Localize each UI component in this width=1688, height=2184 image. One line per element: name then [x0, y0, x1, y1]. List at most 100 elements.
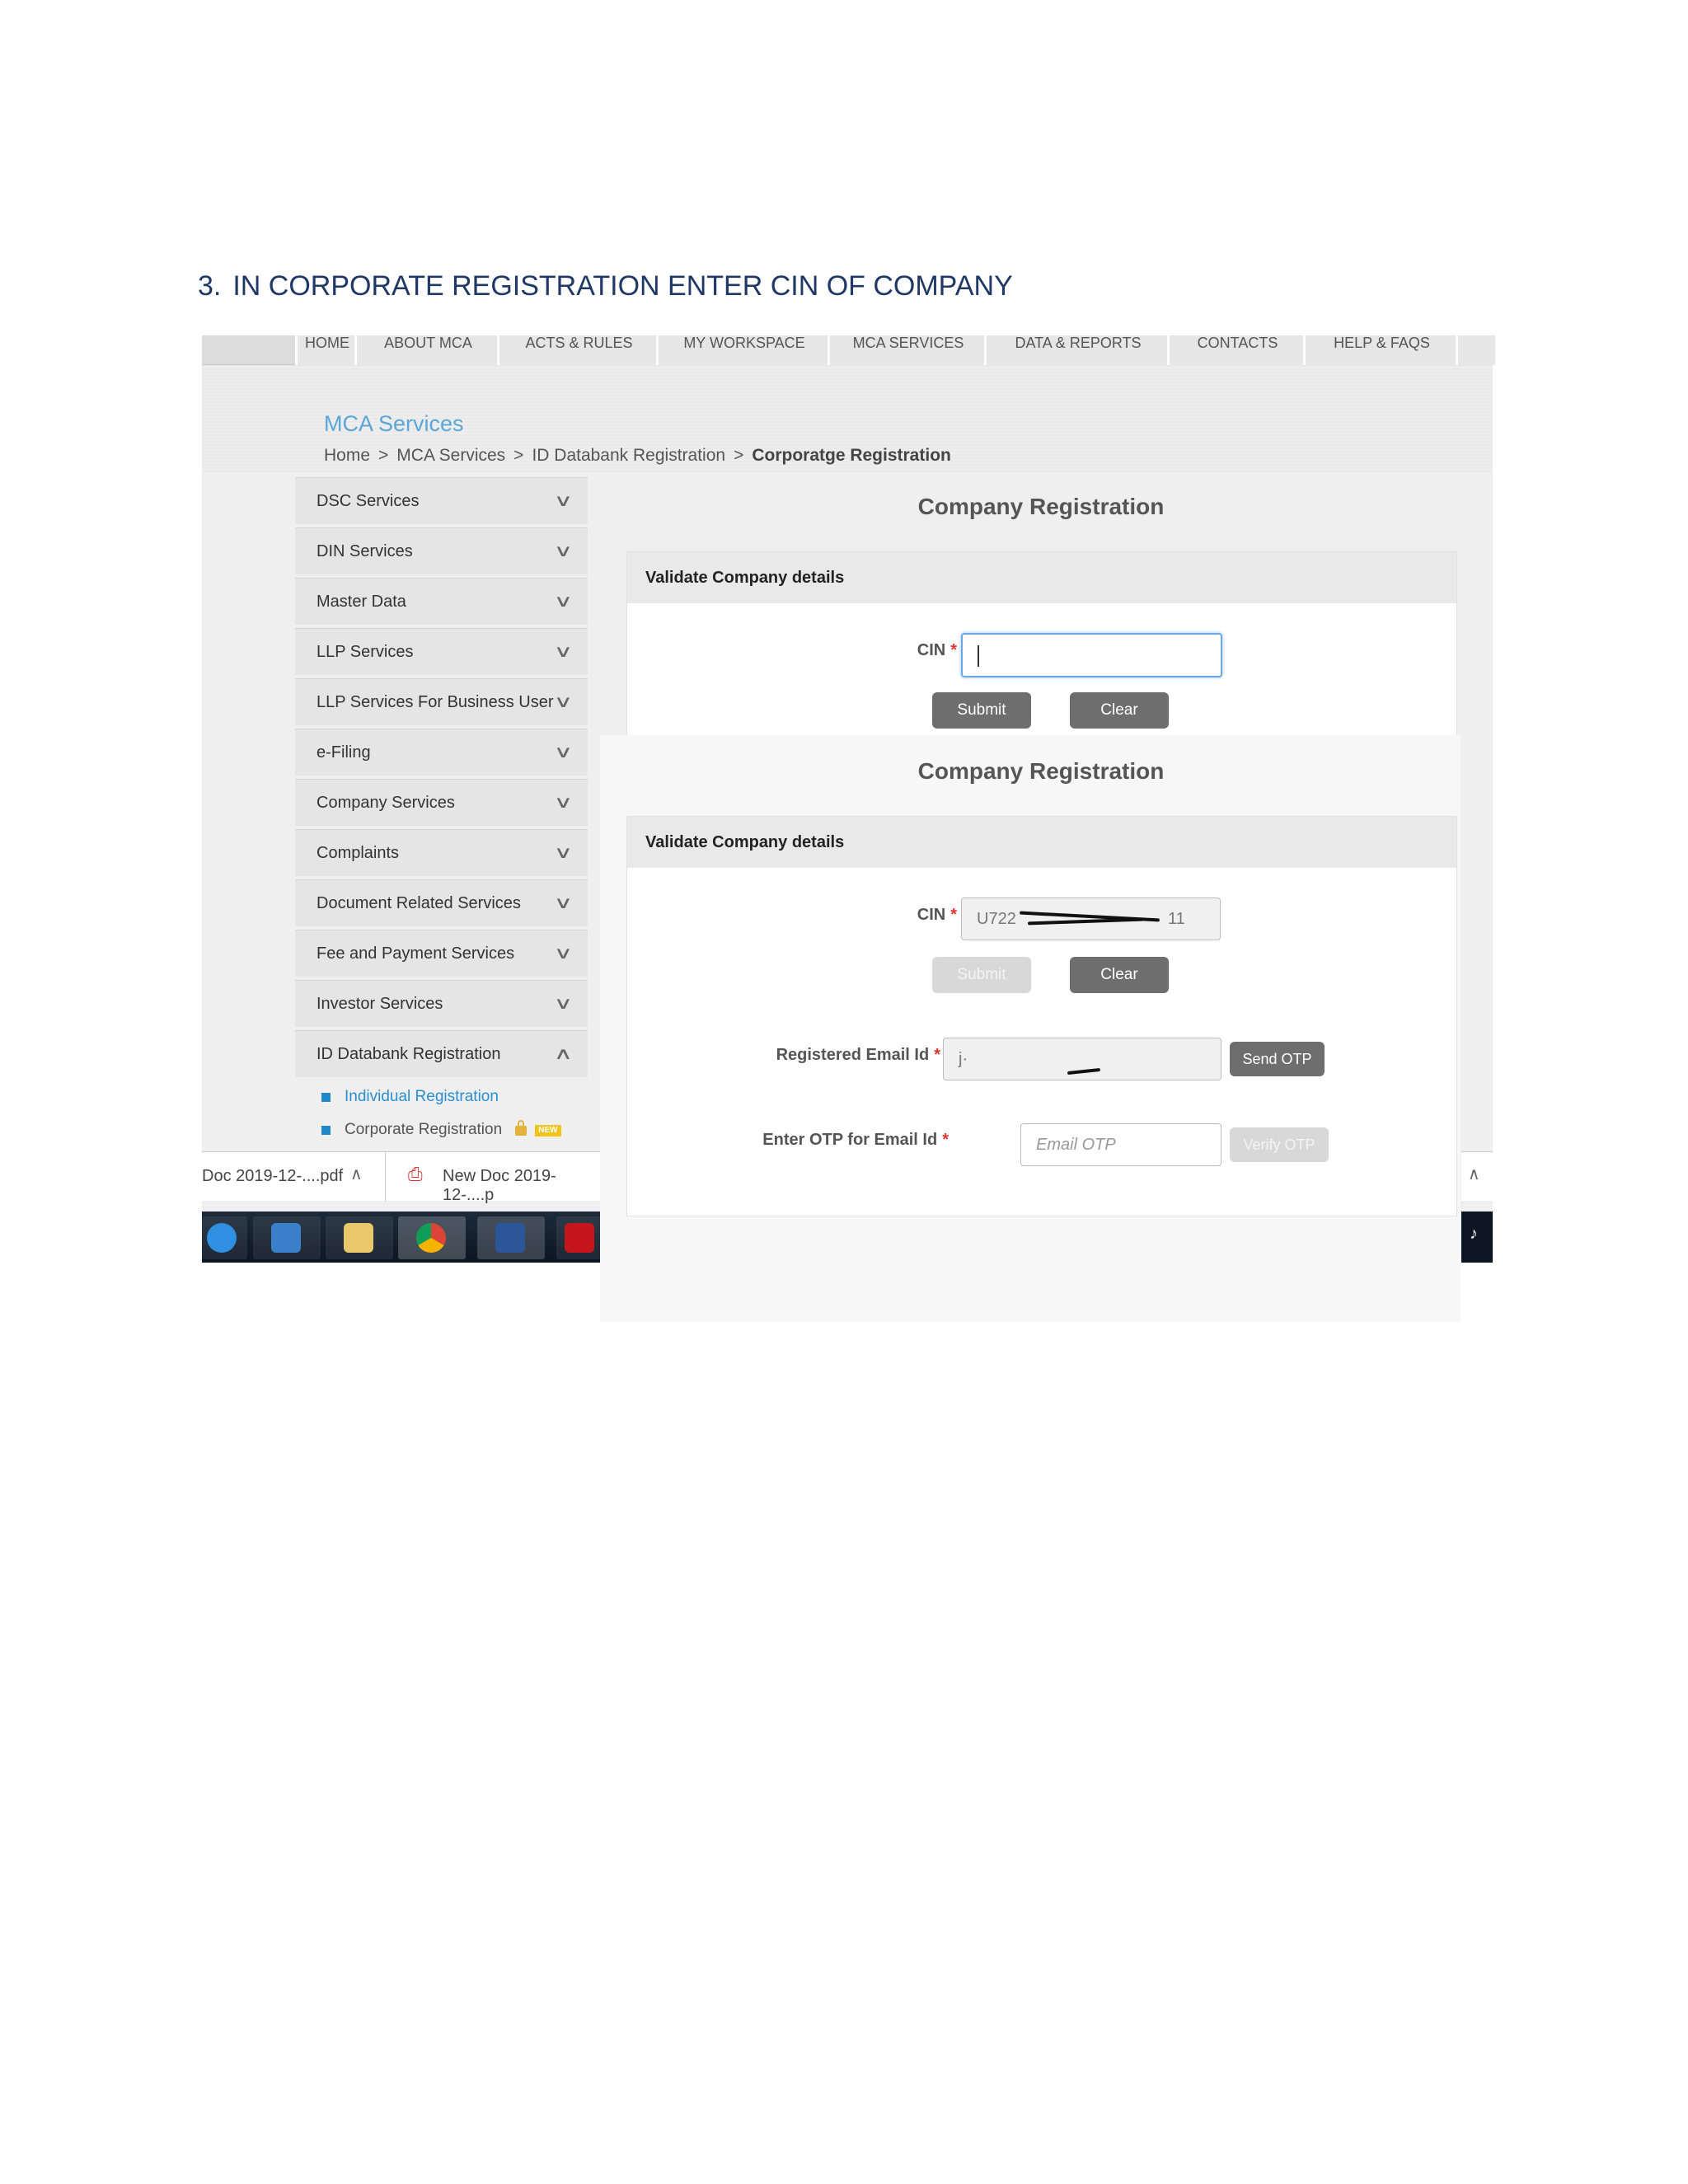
chevron-down-icon: ∨: [553, 492, 574, 510]
sidebar-item-llp-services[interactable]: LLP Services ∨: [295, 628, 588, 675]
cin-value-tail: 11: [1168, 910, 1185, 928]
page-banner: MCA Services Home > MCA Services > ID Databa…: [202, 365, 1493, 472]
sidebar-item-e-filing[interactable]: e-Filing ∨: [295, 729, 588, 776]
sidebar-item-llp-business-user[interactable]: LLP Services For Business User ∨: [295, 678, 588, 725]
form-title: Company Registration: [917, 758, 1165, 784]
nav-mca-services[interactable]: MCA SERVICES: [828, 335, 987, 365]
acrobat-icon: [565, 1223, 594, 1253]
downloads-bar-right: ∧: [1461, 1151, 1493, 1201]
top-navigation: HOME ABOUT MCA ACTS & RULES MY WORKSPACE…: [202, 335, 1495, 365]
verify-otp-button: Verify OTP: [1230, 1127, 1329, 1162]
breadcrumb: Home > MCA Services > ID Databank Registrati…: [324, 446, 951, 466]
otp-label: Enter OTP for Email Id *: [762, 1131, 949, 1149]
sidebar-item-label: Master Data: [316, 593, 406, 611]
chevron-down-icon: ∨: [553, 794, 574, 812]
nav-home[interactable]: HOME: [295, 335, 357, 365]
cin-value: U722: [977, 910, 1016, 928]
nav-my-workspace[interactable]: MY WORKSPACE: [656, 335, 830, 365]
sidebar-subitem-corporate-registration[interactable]: Corporate Registration NEW: [295, 1113, 588, 1146]
form-title: Company Registration: [917, 494, 1165, 519]
submit-button-disabled: Submit: [932, 957, 1031, 993]
breadcrumb-current: Corporatge Registration: [752, 446, 951, 465]
chevron-down-icon: ∨: [553, 693, 574, 711]
sidebar-item-label: Complaints: [316, 844, 400, 862]
submit-button[interactable]: Submit: [932, 692, 1031, 729]
chrome-icon: [416, 1223, 446, 1253]
nav-help-faqs[interactable]: HELP & FAQS: [1303, 335, 1458, 365]
sidebar-item-fee-payment[interactable]: Fee and Payment Services ∨: [295, 930, 588, 977]
sidebar-item-id-databank[interactable]: ID Databank Registration ∧: [295, 1030, 588, 1077]
email-otp-input[interactable]: Email OTP: [1020, 1123, 1221, 1166]
document-heading: 3. IN CORPORATE REGISTRATION ENTER CIN OF…: [198, 270, 1013, 302]
chevron-down-icon: ∨: [553, 542, 574, 560]
nav-overflow: [1456, 335, 1495, 365]
chevron-up-icon[interactable]: ∧: [350, 1164, 363, 1184]
pdf-file-icon: ⎙: [408, 1164, 423, 1184]
screenshot-cin-validated: Company Registration Validate Company de…: [600, 735, 1461, 1322]
chevron-up-icon: ∧: [553, 1045, 574, 1063]
panel-heading: Validate Company details: [627, 817, 1456, 868]
cin-input-filled: U722 11: [961, 898, 1221, 940]
send-otp-button[interactable]: Send OTP: [1230, 1042, 1325, 1076]
download-item-1[interactable]: Doc 2019-12-....pdf: [202, 1167, 343, 1186]
sidebar-item-investor-services[interactable]: Investor Services ∨: [295, 980, 588, 1027]
sidebar-item-complaints[interactable]: Complaints ∨: [295, 829, 588, 876]
email-value: j·: [959, 1050, 968, 1068]
chevron-up-icon[interactable]: ∧: [1468, 1164, 1480, 1184]
sidebar-item-dsc-services[interactable]: DSC Services ∨: [295, 477, 588, 524]
clear-button[interactable]: Clear: [1070, 692, 1169, 729]
volume-icon[interactable]: ♪: [1470, 1225, 1478, 1244]
taskbar-acrobat[interactable]: [556, 1216, 602, 1259]
cin-label: CIN *: [917, 906, 957, 924]
download-item-2[interactable]: New Doc 2019-12-....p: [443, 1167, 602, 1205]
divider: [385, 1152, 386, 1202]
folder-icon: [344, 1223, 373, 1253]
sidebar-item-master-data[interactable]: Master Data ∨: [295, 578, 588, 625]
text-caret: [978, 644, 979, 667]
internet-explorer-icon: [207, 1223, 237, 1253]
nav-acts-rules[interactable]: ACTS & RULES: [497, 335, 659, 365]
chevron-down-icon: ∨: [553, 894, 574, 912]
taskbar-tray: ♪: [1461, 1212, 1493, 1263]
taskbar-explorer[interactable]: [326, 1216, 393, 1259]
sidebar-item-label: DIN Services: [316, 542, 413, 560]
sidebar-item-din-services[interactable]: DIN Services ∨: [295, 527, 588, 574]
taskbar-chrome[interactable]: [398, 1216, 466, 1259]
breadcrumb-home[interactable]: Home: [324, 446, 370, 465]
clear-button[interactable]: Clear: [1070, 957, 1169, 993]
breadcrumb-separator: >: [378, 446, 389, 465]
sidebar-item-company-services[interactable]: Company Services ∨: [295, 779, 588, 826]
nav-about-mca[interactable]: ABOUT MCA: [354, 335, 499, 365]
sidebar-item-label: LLP Services For Business User: [316, 693, 554, 711]
breadcrumb-id-databank[interactable]: ID Databank Registration: [532, 446, 725, 465]
lock-icon: [515, 1120, 528, 1136]
section-title: MCA Services: [324, 411, 464, 436]
bullet-icon: [321, 1126, 331, 1135]
cin-input[interactable]: [961, 633, 1222, 677]
nav-data-reports[interactable]: DATA & REPORTS: [984, 335, 1170, 365]
required-marker: *: [934, 1046, 940, 1064]
sidebar-item-label: LLP Services: [316, 643, 414, 661]
heading-text: IN CORPORATE REGISTRATION ENTER CIN OF C…: [232, 270, 1013, 302]
breadcrumb-separator: >: [734, 446, 744, 465]
panel-heading: Validate Company details: [627, 552, 1456, 603]
breadcrumb-mca-services[interactable]: MCA Services: [396, 446, 505, 465]
bullet-icon: [321, 1093, 331, 1102]
cin-label: CIN *: [917, 641, 957, 659]
breadcrumb-separator: >: [513, 446, 524, 465]
media-player-icon: [271, 1223, 301, 1253]
taskbar-media-player[interactable]: [253, 1216, 321, 1259]
nav-contacts[interactable]: CONTACTS: [1167, 335, 1306, 365]
sidebar-item-label: Company Services: [316, 794, 455, 812]
chevron-down-icon: ∨: [553, 643, 574, 661]
sidebar-menu: DSC Services ∨ DIN Services ∨ Master Data ∨…: [295, 477, 588, 1146]
taskbar-ie[interactable]: [202, 1216, 247, 1259]
sidebar-item-label: Fee and Payment Services: [316, 944, 515, 963]
sidebar-item-document-services[interactable]: Document Related Services ∨: [295, 879, 588, 926]
taskbar-word[interactable]: [477, 1216, 545, 1259]
validate-panel: Validate Company details CIN * U722 11 Su…: [626, 816, 1457, 1216]
email-input: j·: [943, 1038, 1221, 1080]
word-icon: [495, 1223, 525, 1253]
downloads-bar: Doc 2019-12-....pdf ∧ ⎙ New Doc 2019-12-…: [202, 1151, 602, 1204]
sidebar-subitem-individual-registration[interactable]: Individual Registration: [295, 1080, 588, 1113]
